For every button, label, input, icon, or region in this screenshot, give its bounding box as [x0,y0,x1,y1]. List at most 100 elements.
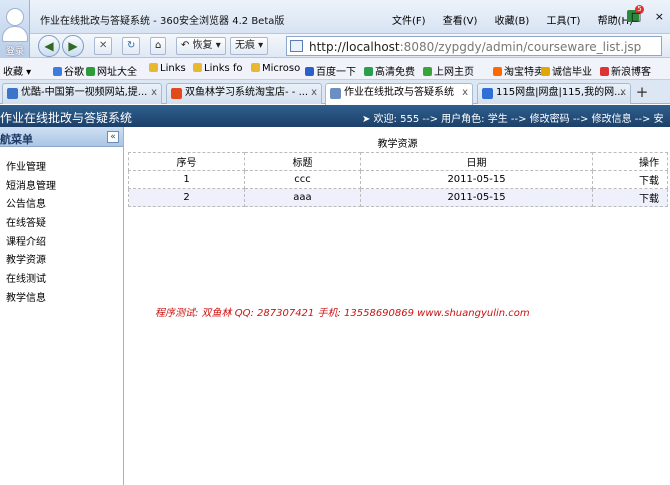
netdisk-favicon [482,88,493,99]
tab-homework-system[interactable]: 作业在线批改与答疑系统 x [325,83,473,105]
menu-file[interactable]: 文件(F) [392,16,426,27]
tab-youku[interactable]: 优酷-中国第一视频网站,提... x [2,83,162,104]
window-title: 作业在线批改与答疑系统 - 360安全浏览器 4.2 Beta版 [40,16,285,27]
tab-bar: 优酷-中国第一视频网站,提... x 双鱼林学习系统淘宝店- - ... x 作… [0,80,670,105]
cell-date: 2011-05-15 [360,188,593,207]
address-url: http://localhost:8080/zypgdy/admin/cours… [309,40,642,54]
sidebar-item-qa[interactable]: 在线答疑 [6,214,46,229]
bookmark-label: 诚信毕业 [552,67,592,78]
bookmark-item[interactable]: 上网主页 [423,63,474,78]
tab-label: 115网盘|网盘|115,我的网... [496,87,624,98]
bookmark-icon [251,63,260,72]
back-button[interactable]: ◀ [38,35,60,57]
footer-credits: 程序测试: 双鱼林 QQ: 287307421 手机: 13558690869 … [155,308,530,319]
stop-button[interactable]: ✕ [94,37,113,55]
tab-close-icon[interactable]: x [311,84,317,102]
bookmarks-bar: 收藏 ▾ 谷歌 网址大全 Links Links fo Microso 百度一下 高清免费 上网… [0,58,670,80]
bookmark-item[interactable]: 收藏 ▾ [3,63,31,78]
forward-button[interactable]: ▶ [62,35,84,57]
resource-table: 序号 标题 日期 操作 1 ccc 2011-05-15 下载 2 aaa 20… [128,152,668,207]
minimize-button[interactable]: – [612,10,618,23]
new-tab-button[interactable]: + [633,83,651,103]
download-link[interactable]: 下载 [592,170,668,189]
close-button[interactable]: × [655,10,664,23]
sidebar-item-notices[interactable]: 公告信息 [6,195,46,210]
bookmark-item[interactable]: 百度一下 [305,63,356,78]
bookmark-item[interactable]: 谷歌 [53,63,84,78]
bookmark-label: 新浪博客 [611,67,651,78]
bookmark-label: 高清免费 [375,67,415,78]
bookmark-label: Links fo [204,63,243,74]
sidebar-title: 航菜单 [0,133,33,146]
tab-taobao-store[interactable]: 双鱼林学习系统淘宝店- - ... x [166,83,322,104]
sidebar-item-courses[interactable]: 课程介绍 [6,233,46,248]
tab-label: 双鱼林学习系统淘宝店- - ... [185,87,309,98]
download-link[interactable]: 下载 [592,188,668,207]
home-button[interactable]: ⌂ [150,37,167,55]
col-header-title: 标题 [244,152,361,171]
user-info-nav[interactable]: ➤ 欢迎: 555 --> 用户角色: 学生 --> 修改密码 --> 修改信息… [362,110,664,125]
bookmark-item[interactable]: 网址大全 [86,63,137,78]
cell-title: aaa [244,188,361,207]
refresh-button[interactable]: ↻ [122,37,141,55]
page-favicon [330,88,341,99]
tab-115-netdisk[interactable]: 115网盘|网盘|115,我的网... x [477,83,631,104]
tab-close-icon[interactable]: x [462,84,468,102]
menu-favorites[interactable]: 收藏(B) [495,16,530,27]
user-head-icon [6,8,24,26]
page-title: 教学资源 [377,139,418,150]
bookmark-label: 谷歌 [64,67,84,78]
bookmark-icon [149,63,158,72]
sidebar-item-teaching-info[interactable]: 教学信息 [6,289,46,304]
bookmark-item[interactable]: 新浪博客 [600,63,651,78]
sidebar-item-tests[interactable]: 在线测试 [6,270,46,285]
tab-label: 作业在线批改与答疑系统 [344,87,454,98]
collapse-icon[interactable]: « [107,131,119,143]
bookmark-item[interactable]: 淘宝特卖 [493,63,544,78]
sidebar-item-homework[interactable]: 作业管理 [6,158,46,173]
bookmark-item[interactable]: 高清免费 [364,63,415,78]
page-icon [290,40,303,52]
restore-button[interactable]: ↶ 恢复 ▾ [176,37,226,55]
bookmark-icon [305,67,314,76]
bookmark-icon [600,67,609,76]
taobao-favicon [171,88,182,99]
avatar[interactable]: 登录 [0,0,30,58]
app-header: 作业在线批改与答疑系统 ➤ 欢迎: 555 --> 用户角色: 学生 --> 修… [0,105,670,127]
tab-label: 优酷-中国第一视频网站,提... [21,87,148,98]
sidebar: 航菜单 « 作业管理 短消息管理 公告信息 在线答疑 课程介绍 教学资源 在线测… [0,127,124,485]
table-row: 2 aaa 2011-05-15 下载 [128,188,668,207]
bookmark-label: 收藏 ▾ [3,67,32,78]
address-bar[interactable]: http://localhost:8080/zypgdy/admin/cours… [286,36,662,56]
bookmark-item[interactable]: Microso [251,63,300,74]
bookmark-item[interactable]: Links fo [193,63,243,74]
cell-index: 2 [128,188,245,207]
bookmark-label: 网址大全 [97,67,137,78]
avatar-login-label: 登录 [5,47,24,57]
bookmark-item[interactable]: 诚信毕业 [541,63,592,78]
window-titlebar: 作业在线批改与答疑系统 - 360安全浏览器 4.2 Beta版 文件(F) 查… [0,0,670,34]
table-header-row: 序号 标题 日期 操作 [128,152,668,171]
col-header-date: 日期 [360,152,593,171]
tab-close-icon[interactable]: x [151,84,157,102]
bookmark-label: 淘宝特卖 [504,67,544,78]
bookmark-icon [193,63,202,72]
incognito-button[interactable]: 无痕 ▾ [230,37,269,55]
menu-view[interactable]: 查看(V) [443,16,478,27]
sidebar-item-messages[interactable]: 短消息管理 [6,177,56,192]
bookmark-icon [541,67,550,76]
bookmark-icon [493,67,502,76]
col-header-action: 操作 [592,152,668,171]
menu-tools[interactable]: 工具(T) [546,16,580,27]
window-controls: – □ × [602,10,664,23]
col-header-index: 序号 [128,152,245,171]
bookmark-icon [86,67,95,76]
bookmark-icon [53,67,62,76]
sidebar-item-resources[interactable]: 教学资源 [6,251,46,266]
maximize-button[interactable]: □ [631,10,641,23]
tab-close-icon[interactable]: x [620,84,626,102]
bookmark-label: 上网主页 [434,67,474,78]
sidebar-header: 航菜单 « [0,127,123,147]
youku-favicon [7,88,18,99]
bookmark-item[interactable]: Links [149,63,186,74]
